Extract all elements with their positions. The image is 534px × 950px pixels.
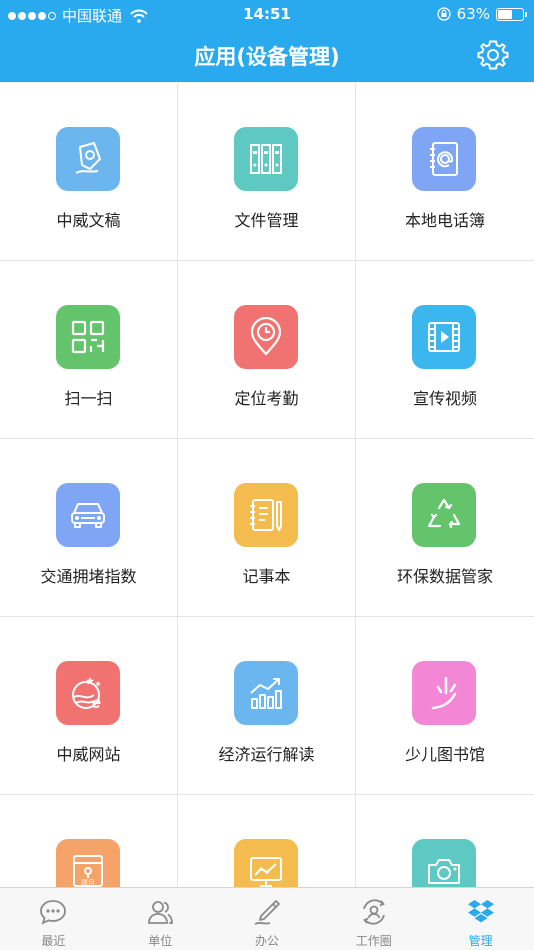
app-label: 经济运行解读 bbox=[218, 745, 315, 764]
app-icon-bg bbox=[56, 305, 120, 369]
chat-bubble-icon bbox=[40, 900, 67, 925]
tab-label: 办公 bbox=[254, 934, 279, 948]
app-label: 定位考勤 bbox=[234, 389, 299, 408]
trend-chart-icon bbox=[250, 678, 282, 709]
work-circle-icon bbox=[362, 899, 385, 925]
app-tile[interactable]: 交通拥堵指数 bbox=[0, 439, 177, 616]
app-icon-bg bbox=[412, 483, 476, 547]
app-icon-bg bbox=[234, 483, 298, 547]
app-tile[interactable]: 本地电话簿 bbox=[356, 83, 534, 260]
app-icon-bg bbox=[234, 305, 298, 369]
app-icon-bg: e bbox=[56, 661, 120, 725]
qr-scan-icon bbox=[71, 320, 105, 354]
app-tile[interactable]: 中威文稿 bbox=[0, 83, 177, 260]
status-right: 63% bbox=[437, 5, 527, 23]
status-bar: 中国联通 14:51 63% bbox=[0, 0, 534, 28]
camera-icon bbox=[428, 859, 460, 884]
app-tile[interactable]: 环保数据管家 bbox=[356, 439, 534, 616]
gear-icon[interactable] bbox=[476, 38, 510, 72]
tab-label: 管理 bbox=[468, 934, 493, 948]
tab-unit[interactable]: 单位 bbox=[107, 888, 214, 950]
app-icon-bg: 项目 bbox=[56, 839, 120, 887]
app-tile[interactable]: 少儿图书馆 bbox=[356, 617, 534, 794]
app-label: 文件管理 bbox=[234, 211, 299, 230]
location-clock-icon bbox=[250, 317, 282, 356]
app-label: 本地电话簿 bbox=[404, 211, 485, 230]
rotation-lock-icon bbox=[437, 7, 451, 21]
app-tile[interactable]: 经济运行解读 bbox=[178, 617, 355, 794]
tab-recent[interactable]: 最近 bbox=[0, 888, 107, 950]
contacts-icon bbox=[148, 901, 174, 924]
app-tile[interactable]: e 中威网站 bbox=[0, 617, 177, 794]
project-folder-icon: 项目 bbox=[73, 855, 103, 887]
app-label: 环保数据管家 bbox=[396, 567, 493, 586]
pen-document-icon bbox=[75, 142, 101, 174]
app-icon-bg bbox=[56, 483, 120, 547]
app-tile[interactable]: 项目 bbox=[0, 795, 177, 887]
tab-bar: 最近 单位 办公 工作圈 管理 bbox=[0, 887, 534, 950]
project-badge-text: 项目 bbox=[81, 879, 95, 887]
app-label: 记事本 bbox=[242, 567, 291, 586]
app-label: 中威文稿 bbox=[56, 211, 121, 230]
office-pen-icon bbox=[254, 900, 280, 925]
tab-work-circle[interactable]: 工作圈 bbox=[320, 888, 427, 950]
page-title: 应用(设备管理) bbox=[194, 45, 340, 69]
app-icon-bg bbox=[234, 839, 298, 887]
app-label: 中威网站 bbox=[56, 745, 121, 764]
battery-percent: 63% bbox=[456, 5, 490, 23]
app-tile[interactable]: 记事本 bbox=[178, 439, 355, 616]
nav-bar: 应用(设备管理) bbox=[0, 28, 534, 82]
dropbox-icon bbox=[467, 900, 494, 923]
tab-manage[interactable]: 管理 bbox=[427, 888, 534, 950]
app-label: 扫一扫 bbox=[64, 389, 113, 408]
app-icon-bg bbox=[412, 661, 476, 725]
address-book-icon bbox=[430, 142, 458, 176]
tab-label: 工作圈 bbox=[355, 934, 392, 948]
tab-label: 单位 bbox=[148, 934, 173, 948]
app-tile[interactable] bbox=[356, 795, 534, 887]
app-tile[interactable]: 宣传视频 bbox=[356, 261, 534, 438]
app-tile[interactable]: 定位考勤 bbox=[178, 261, 355, 438]
app-icon-bg bbox=[234, 661, 298, 725]
app-icon-bg bbox=[56, 127, 120, 191]
battery-fill bbox=[498, 9, 512, 19]
kids-library-icon bbox=[431, 676, 457, 710]
app-tile[interactable]: 扫一扫 bbox=[0, 261, 177, 438]
video-icon bbox=[428, 322, 460, 352]
app-grid: 中威文稿 文件管理 本地电话簿 扫一扫 定位考勤 宣传视频 交通拥堵指数 记事本… bbox=[0, 83, 534, 887]
notebook-icon bbox=[250, 499, 282, 531]
recycle-icon bbox=[427, 498, 461, 529]
presentation-chart-icon bbox=[250, 857, 282, 887]
app-label: 宣传视频 bbox=[412, 389, 477, 408]
app-tile[interactable]: 文件管理 bbox=[178, 83, 355, 260]
tab-office[interactable]: 办公 bbox=[214, 888, 321, 950]
svg-text:e: e bbox=[92, 695, 101, 712]
app-icon-bg bbox=[412, 305, 476, 369]
tab-label: 最近 bbox=[41, 934, 66, 948]
app-icon-bg bbox=[412, 127, 476, 191]
app-icon-bg bbox=[234, 127, 298, 191]
binders-icon bbox=[250, 144, 282, 174]
app-icon-bg bbox=[412, 839, 476, 887]
website-icon: e bbox=[72, 677, 101, 712]
app-label: 交通拥堵指数 bbox=[40, 567, 137, 586]
app-tile[interactable] bbox=[178, 795, 355, 887]
car-icon bbox=[71, 503, 105, 528]
battery-icon bbox=[496, 7, 527, 21]
app-label: 少儿图书馆 bbox=[404, 745, 485, 764]
